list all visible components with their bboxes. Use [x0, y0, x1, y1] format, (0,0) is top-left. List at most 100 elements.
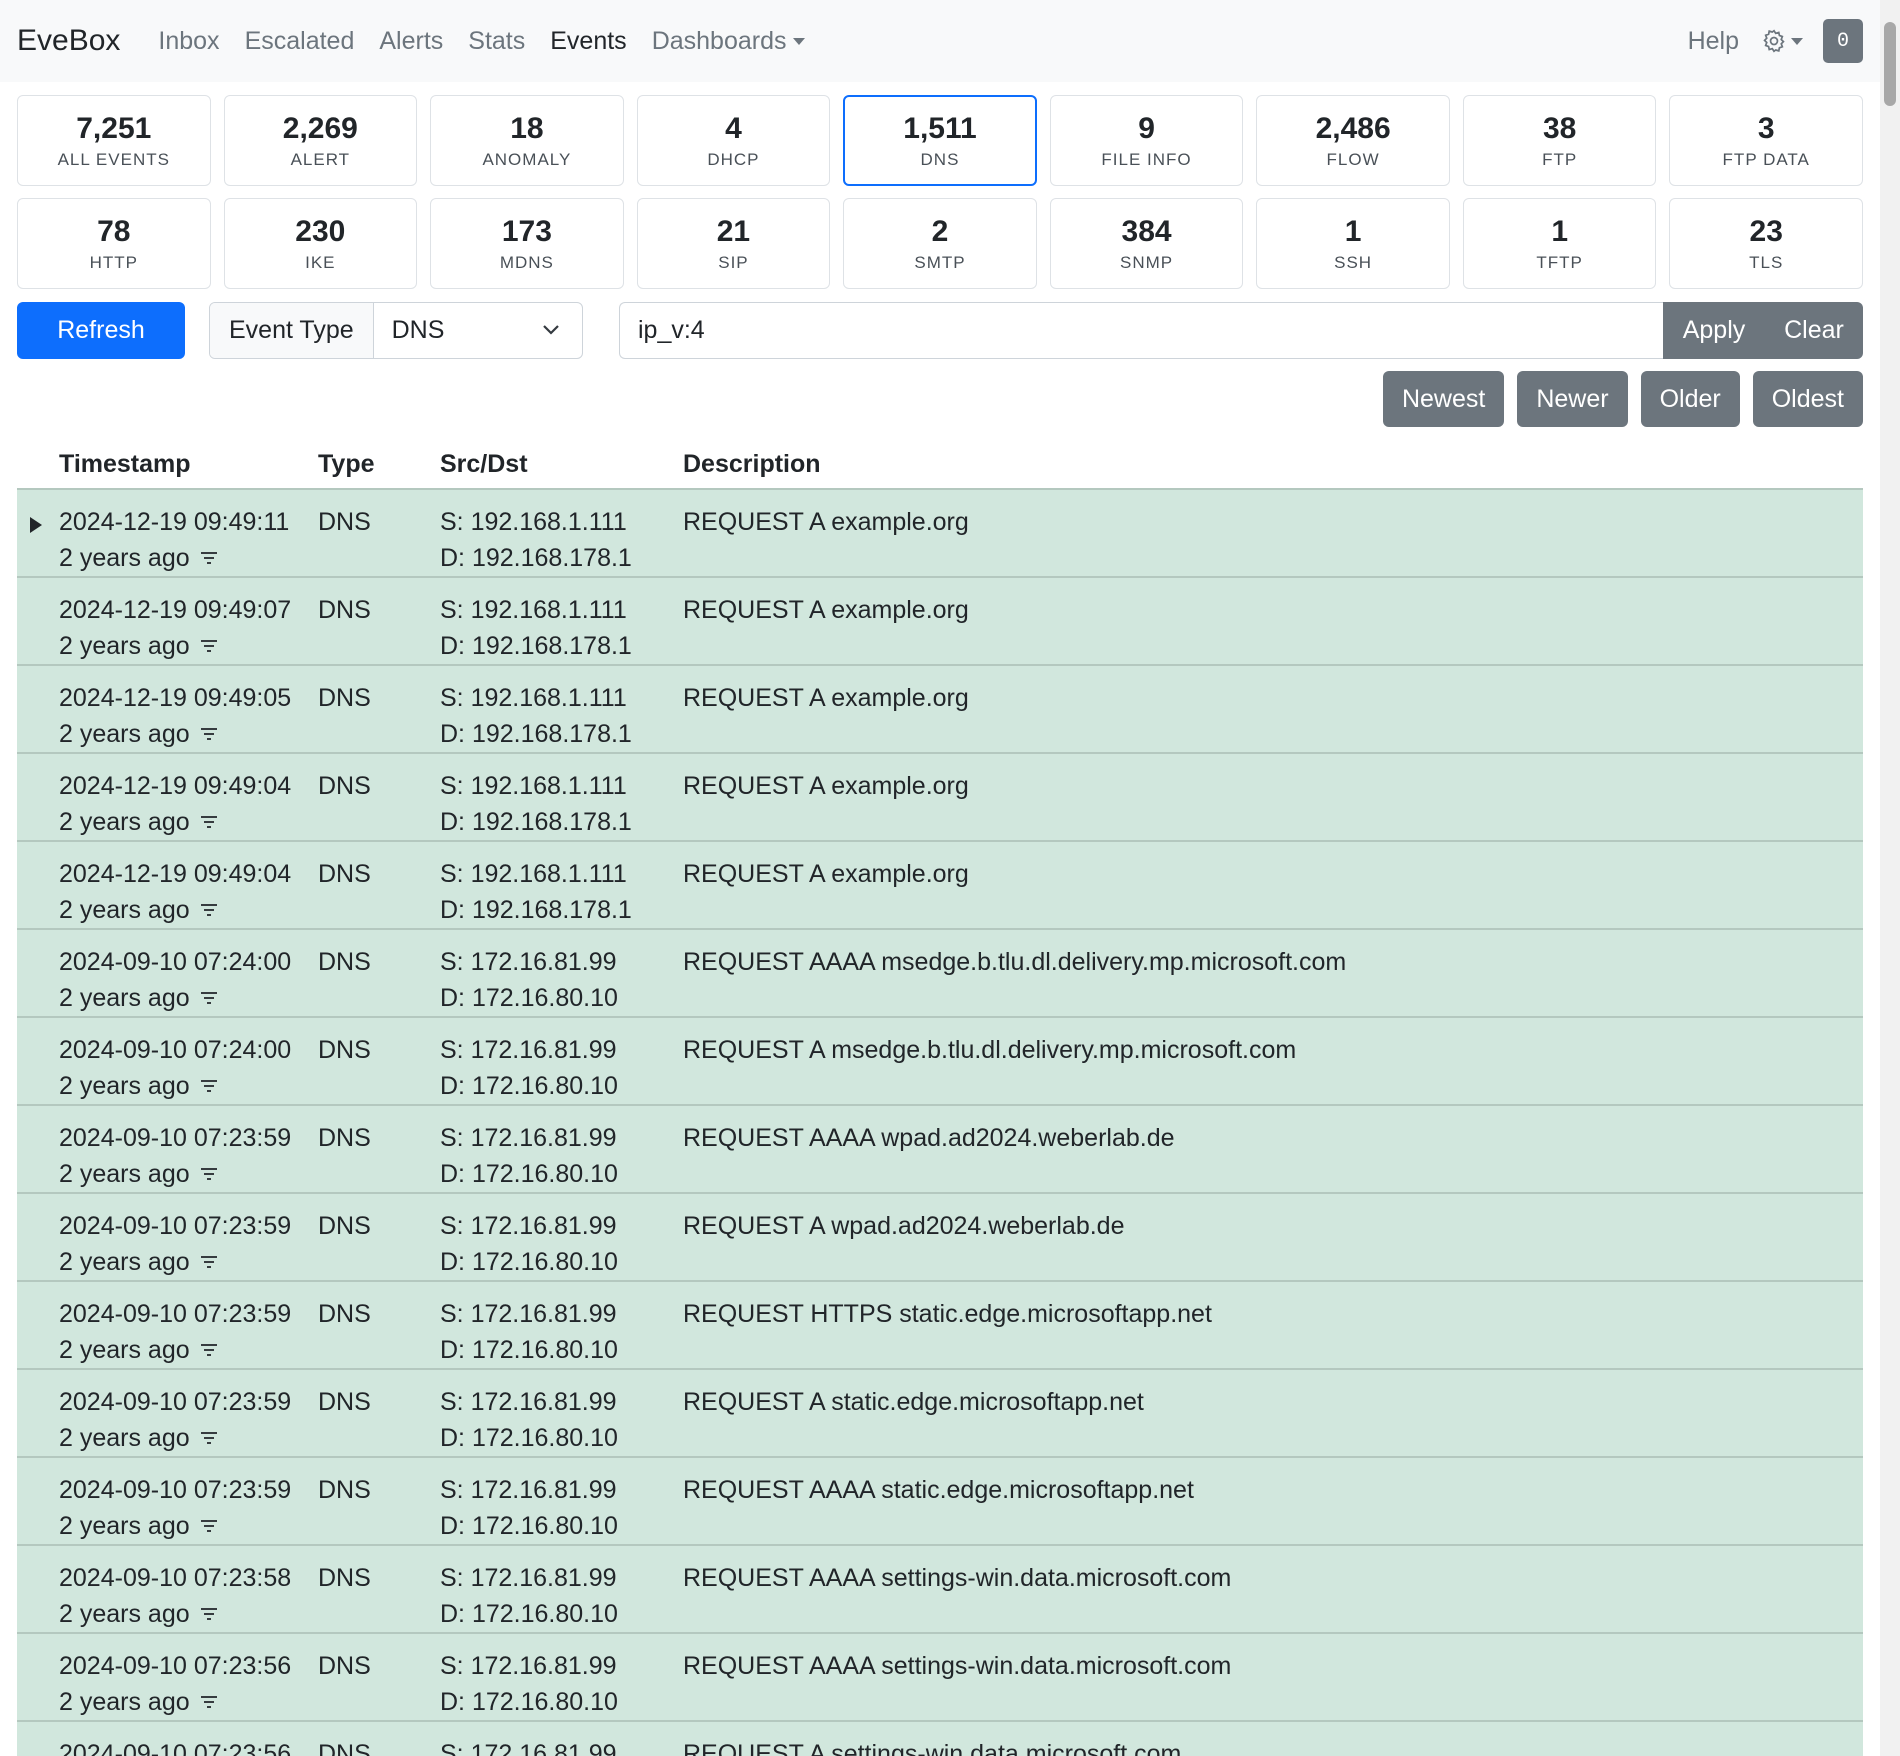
source-address[interactable]: S: 172.16.81.99: [440, 1736, 683, 1756]
filter-by-time-button[interactable]: [200, 1167, 218, 1181]
table-row[interactable]: 2024-09-10 07:23:58 2 years ago DNS S: 172.…: [17, 1545, 1863, 1633]
event-type-tile[interactable]: 78 HTTP: [17, 198, 211, 289]
destination-address[interactable]: D: 192.168.178.1: [440, 804, 683, 840]
count-badge[interactable]: 0: [1823, 19, 1863, 63]
scrollbar-thumb[interactable]: [1884, 22, 1896, 106]
destination-address[interactable]: D: 172.16.80.10: [440, 1420, 683, 1456]
event-type-tile[interactable]: 21 SIP: [636, 198, 831, 289]
brand-logo[interactable]: EveBox: [17, 24, 120, 58]
destination-address[interactable]: D: 172.16.80.10: [440, 1508, 683, 1544]
older-button[interactable]: Older: [1640, 371, 1740, 427]
nav-stats[interactable]: Stats: [468, 27, 525, 56]
filter-by-time-button[interactable]: [200, 815, 218, 829]
newest-button[interactable]: Newest: [1382, 371, 1505, 427]
nav-events[interactable]: Events: [550, 27, 626, 56]
source-address[interactable]: S: 172.16.81.99: [440, 944, 683, 980]
destination-address[interactable]: D: 172.16.80.10: [440, 1596, 683, 1632]
table-row[interactable]: 2024-12-19 09:49:11 2 years ago DNS S: 192.…: [17, 489, 1863, 577]
destination-address[interactable]: D: 172.16.80.10: [440, 1156, 683, 1192]
header-type[interactable]: Type: [318, 440, 440, 489]
table-row[interactable]: 2024-09-10 07:23:59 2 years ago DNS S: 172.…: [17, 1281, 1863, 1369]
clear-button[interactable]: Clear: [1765, 302, 1863, 359]
source-address[interactable]: S: 192.168.1.111: [440, 856, 683, 892]
header-description[interactable]: Description: [683, 440, 1863, 489]
nav-escalated[interactable]: Escalated: [245, 27, 355, 56]
destination-address[interactable]: D: 192.168.178.1: [440, 540, 683, 576]
source-address[interactable]: S: 192.168.1.111: [440, 592, 683, 628]
filter-by-time-button[interactable]: [200, 551, 218, 565]
header-srcdst[interactable]: Src/Dst: [440, 440, 683, 489]
event-type-tile[interactable]: 4 DHCP: [636, 95, 831, 186]
filter-by-time-button[interactable]: [200, 1255, 218, 1269]
filter-by-time-button[interactable]: [200, 1343, 218, 1357]
source-address[interactable]: S: 192.168.1.111: [440, 504, 683, 540]
destination-address[interactable]: D: 192.168.178.1: [440, 628, 683, 664]
event-type-tile[interactable]: 9 FILE INFO: [1049, 95, 1244, 186]
table-row[interactable]: 2024-12-19 09:49:04 2 years ago DNS S: 192.…: [17, 753, 1863, 841]
event-type-tile[interactable]: 18 ANOMALY: [430, 95, 624, 186]
event-type-tile[interactable]: 230 IKE: [223, 198, 418, 289]
table-row[interactable]: 2024-09-10 07:24:00 2 years ago DNS S: 172.…: [17, 929, 1863, 1017]
filter-by-time-button[interactable]: [200, 1607, 218, 1621]
event-type-tile[interactable]: 173 MDNS: [430, 198, 624, 289]
header-timestamp[interactable]: Timestamp: [59, 440, 318, 489]
filter-by-time-button[interactable]: [200, 727, 218, 741]
table-row[interactable]: 2024-09-10 07:23:59 2 years ago DNS S: 172.…: [17, 1369, 1863, 1457]
source-address[interactable]: S: 172.16.81.99: [440, 1296, 683, 1332]
table-row[interactable]: 2024-09-10 07:23:562 years agoDNSS: 172.…: [17, 1633, 1863, 1721]
source-address[interactable]: S: 172.16.81.99: [440, 1648, 683, 1684]
event-type-tile[interactable]: 2,486 FLOW: [1256, 95, 1450, 186]
event-type-tile[interactable]: 3 FTP DATA: [1669, 95, 1863, 186]
filter-by-time-button[interactable]: [200, 991, 218, 1005]
destination-address[interactable]: D: 192.168.178.1: [440, 892, 683, 928]
destination-address[interactable]: D: 172.16.80.10: [440, 1332, 683, 1368]
settings-dropdown[interactable]: [1761, 28, 1803, 54]
caret-right-icon[interactable]: [30, 517, 42, 533]
newer-button[interactable]: Newer: [1517, 371, 1628, 427]
table-row[interactable]: 2024-09-10 07:23:562 years agoDNSS: 172.…: [17, 1721, 1863, 1756]
filter-by-time-button[interactable]: [200, 1079, 218, 1093]
event-type-tile[interactable]: 2 SMTP: [843, 198, 1037, 289]
source-address[interactable]: S: 172.16.81.99: [440, 1120, 683, 1156]
nav-inbox[interactable]: Inbox: [158, 27, 219, 56]
event-type-tile[interactable]: 7,251 ALL EVENTS: [17, 95, 211, 186]
event-type-tile[interactable]: 23 TLS: [1669, 198, 1863, 289]
event-type-select[interactable]: DNS: [374, 303, 582, 358]
apply-button[interactable]: Apply: [1663, 302, 1765, 359]
event-type-tile[interactable]: 1 SSH: [1256, 198, 1450, 289]
table-row[interactable]: 2024-09-10 07:24:00 2 years ago DNS S: 172.…: [17, 1017, 1863, 1105]
event-type-tile[interactable]: 1 TFTP: [1462, 198, 1657, 289]
table-row[interactable]: 2024-12-19 09:49:04 2 years ago DNS S: 192.…: [17, 841, 1863, 929]
event-type-tile[interactable]: 38 FTP: [1462, 95, 1657, 186]
filter-by-time-button[interactable]: [200, 903, 218, 917]
table-row[interactable]: 2024-12-19 09:49:05 2 years ago DNS S: 192.…: [17, 665, 1863, 753]
scrollbar[interactable]: [1880, 0, 1900, 1756]
filter-by-time-button[interactable]: [200, 1695, 218, 1709]
destination-address[interactable]: D: 172.16.80.10: [440, 1244, 683, 1280]
help-link[interactable]: Help: [1688, 27, 1739, 56]
nav-alerts[interactable]: Alerts: [379, 27, 443, 56]
destination-address[interactable]: D: 192.168.178.1: [440, 716, 683, 752]
destination-address[interactable]: D: 172.16.80.10: [440, 1068, 683, 1104]
source-address[interactable]: S: 192.168.1.111: [440, 680, 683, 716]
filter-by-time-button[interactable]: [200, 1519, 218, 1533]
source-address[interactable]: S: 172.16.81.99: [440, 1032, 683, 1068]
source-address[interactable]: S: 172.16.81.99: [440, 1208, 683, 1244]
query-input[interactable]: ip_v:4: [619, 302, 1663, 359]
filter-by-time-button[interactable]: [200, 639, 218, 653]
table-row[interactable]: 2024-09-10 07:23:59 2 years ago DNS S: 172.…: [17, 1457, 1863, 1545]
destination-address[interactable]: D: 172.16.80.10: [440, 980, 683, 1016]
event-type-tile[interactable]: 384 SNMP: [1049, 198, 1244, 289]
destination-address[interactable]: D: 172.16.80.10: [440, 1684, 683, 1720]
source-address[interactable]: S: 192.168.1.111: [440, 768, 683, 804]
event-type-tile[interactable]: 2,269 ALERT: [223, 95, 418, 186]
source-address[interactable]: S: 172.16.81.99: [440, 1560, 683, 1596]
filter-by-time-button[interactable]: [200, 1431, 218, 1445]
table-row[interactable]: 2024-09-10 07:23:59 2 years ago DNS S: 172.…: [17, 1105, 1863, 1193]
event-type-tile[interactable]: 1,511 DNS: [843, 95, 1037, 186]
table-row[interactable]: 2024-12-19 09:49:07 2 years ago DNS S: 192.…: [17, 577, 1863, 665]
nav-dashboards[interactable]: Dashboards: [652, 27, 805, 56]
oldest-button[interactable]: Oldest: [1752, 371, 1863, 427]
table-row[interactable]: 2024-09-10 07:23:59 2 years ago DNS S: 172.…: [17, 1193, 1863, 1281]
source-address[interactable]: S: 172.16.81.99: [440, 1384, 683, 1420]
